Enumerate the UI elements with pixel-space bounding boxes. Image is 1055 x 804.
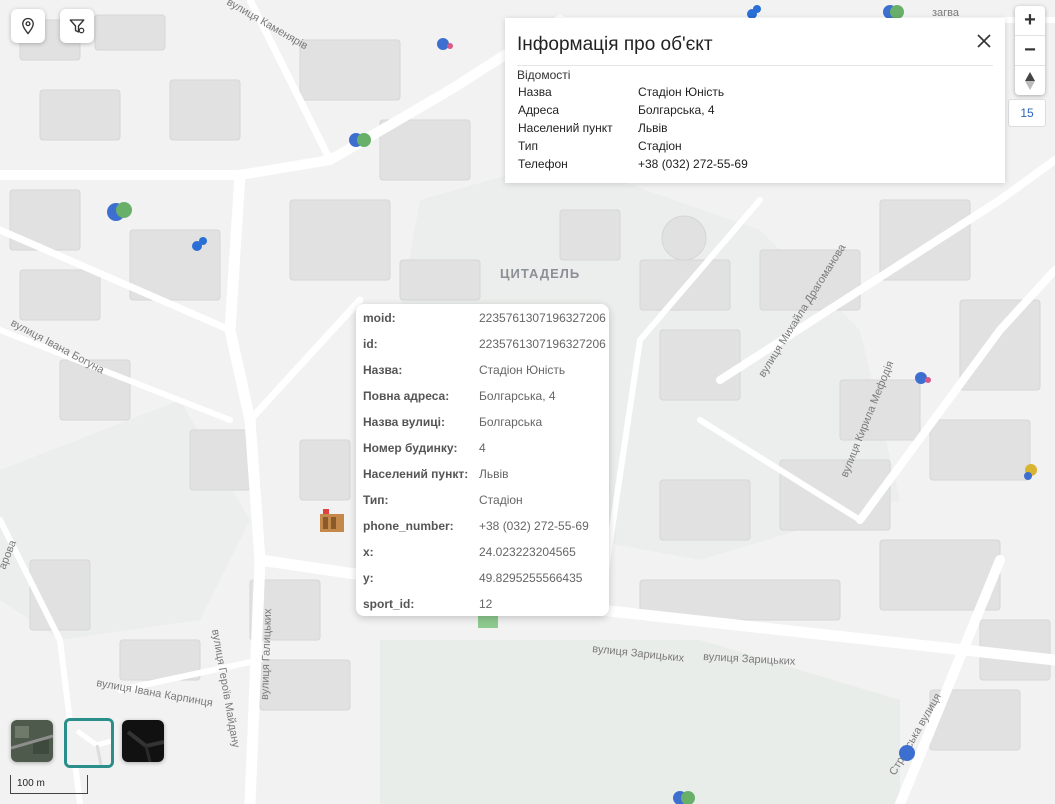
info-key: Телефон (518, 157, 568, 171)
location-button[interactable] (11, 9, 45, 43)
table-row: x: 24.023223204565 (363, 539, 606, 565)
object-info-panel: Інформація про об'єкт Відомості Назва Ста… (505, 18, 1005, 183)
info-table: Назва Стадіон Юність Адреса Болгарська, 4 … (516, 83, 750, 173)
info-value: Болгарська, 4 (638, 103, 715, 117)
district-label: ЦИТАДЕЛЬ (500, 266, 580, 281)
table-row: Тип Стадіон (516, 137, 750, 155)
popup-key: moid: (363, 311, 396, 325)
table-row: Номер будинку: 4 (363, 435, 606, 461)
popup-key: Номер будинку: (363, 441, 458, 455)
close-button[interactable] (975, 32, 993, 50)
popup-key: id: (363, 337, 378, 351)
compass-icon (1025, 71, 1035, 90)
popup-value: Стадіон Юність (479, 363, 566, 377)
table-row: y: 49.8295255566435 (363, 565, 606, 591)
popup-value: Стадіон (479, 493, 523, 507)
scale-bar: 100 m (10, 775, 88, 794)
popup-key: Населений пункт: (363, 467, 469, 481)
table-row: Назва: Стадіон Юність (363, 357, 606, 383)
popup-key: y: (363, 571, 374, 585)
info-value: Стадіон (638, 139, 682, 153)
popup-value: 2235761307196327206 (479, 337, 606, 351)
popup-value: Львів (479, 467, 509, 481)
popup-value: +38 (032) 272-55-69 (479, 519, 589, 533)
zoom-controls: + − (1015, 6, 1045, 95)
info-key: Тип (518, 139, 539, 153)
popup-value: Болгарська (479, 415, 543, 429)
filter-icon (69, 19, 85, 34)
table-row: Населений пункт Львів (516, 119, 750, 137)
table-row: Повна адреса: Болгарська, 4 (363, 383, 606, 409)
popup-value: 24.023223204565 (479, 545, 576, 559)
popup-key: Назва вулиці: (363, 415, 445, 429)
dark-thumbnail-icon (122, 720, 164, 762)
info-key: Адреса (518, 103, 560, 117)
popup-table: moid: 2235761307196327206 id: 223576130719… (363, 305, 606, 617)
close-icon (977, 34, 991, 48)
popup-value: 49.8295255566435 (479, 571, 583, 585)
feature-popup: moid: 2235761307196327206 id: 223576130719… (356, 304, 609, 616)
light-thumbnail-icon (67, 721, 111, 765)
info-key: Назва (518, 85, 552, 99)
section-heading: Відомості (517, 68, 571, 82)
info-value: Стадіон Юність (638, 85, 725, 99)
table-row: Адреса Болгарська, 4 (516, 101, 750, 119)
popup-key: x: (363, 545, 374, 559)
popup-key: Тип: (363, 493, 389, 507)
table-row: moid: 2235761307196327206 (363, 305, 606, 331)
table-row: Назва Стадіон Юність (516, 83, 750, 101)
info-value: +38 (032) 272-55-69 (638, 157, 748, 171)
compass-button[interactable] (1015, 66, 1045, 95)
basemap-dark-button[interactable] (122, 720, 164, 762)
scale-label: 100 m (17, 778, 45, 789)
popup-key: phone_number: (363, 519, 454, 533)
table-row: Населений пункт: Львів (363, 461, 606, 487)
popup-value: 12 (479, 597, 493, 611)
table-row: Телефон +38 (032) 272-55-69 (516, 155, 750, 173)
table-row: id: 2235761307196327206 (363, 331, 606, 357)
popup-value: Болгарська, 4 (479, 389, 556, 403)
filter-button[interactable] (60, 9, 94, 43)
popup-value: 2235761307196327206 (479, 311, 606, 325)
map-pin-icon (22, 17, 34, 35)
basemap-satellite-button[interactable] (11, 720, 53, 762)
table-row: phone_number: +38 (032) 272-55-69 (363, 513, 606, 539)
popup-key: Назва: (363, 363, 403, 377)
zoom-in-button[interactable]: + (1015, 6, 1045, 36)
info-key: Населений пункт (518, 121, 613, 135)
info-value: Львів (638, 121, 668, 135)
satellite-thumbnail-icon (11, 720, 53, 762)
basemap-light-button[interactable] (64, 718, 114, 768)
popup-key: Повна адреса: (363, 389, 450, 403)
table-row: sport_id: 12 (363, 591, 606, 617)
zoom-level-indicator: 15 (1008, 99, 1046, 127)
zoom-out-button[interactable]: − (1015, 36, 1045, 66)
divider (517, 65, 993, 66)
info-panel-title: Інформація про об'єкт (517, 34, 713, 55)
table-row: Назва вулиці: Болгарська (363, 409, 606, 435)
popup-value: 4 (479, 441, 486, 455)
popup-key: sport_id: (363, 597, 415, 611)
table-row: Тип: Стадіон (363, 487, 606, 513)
